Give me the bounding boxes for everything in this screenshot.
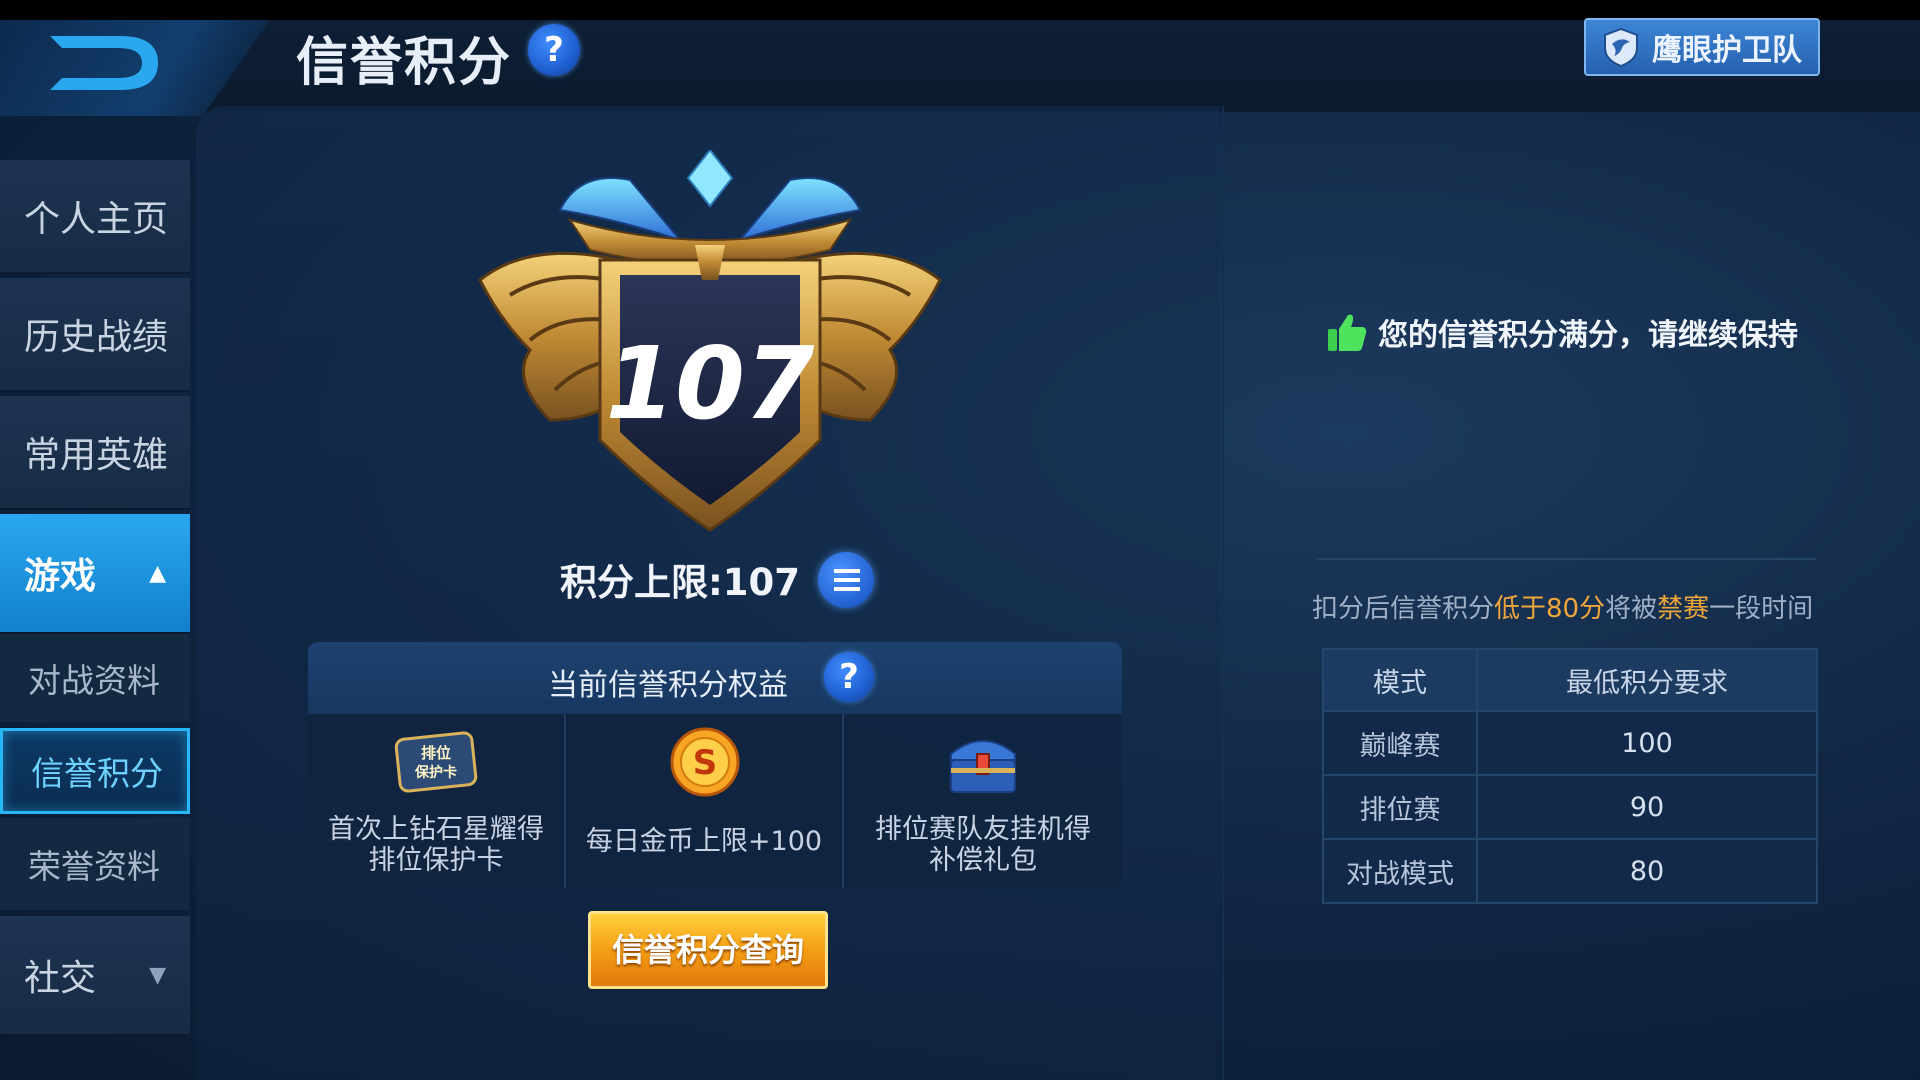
benefit-label-line: 每日金币上限+100 — [585, 826, 823, 857]
gold-coin-icon: S — [670, 727, 740, 797]
benefit-item: S 每日金币上限+100 — [566, 714, 844, 888]
score-value: 107 — [606, 325, 815, 442]
sidebar-subitem-battle-data[interactable]: 对战资料 — [0, 634, 190, 722]
credit-score-query-button[interactable]: 信誉积分查询 — [588, 911, 828, 989]
benefits-panel: 当前信誉积分权益 ? 排位 保护卡 首次上钻石星耀得 排位保护卡 S 每日金币上… — [308, 642, 1122, 888]
status-bar — [0, 0, 1920, 20]
sidebar-item-label: 社交 — [24, 958, 97, 999]
notice-highlight: 禁赛 — [1657, 594, 1710, 624]
sidebar-item-label: 荣誉资料 — [28, 847, 160, 886]
eagle-guard-label: 鹰眼护卫队 — [1652, 33, 1802, 68]
sidebar-item-heroes[interactable]: 常用英雄 — [0, 396, 190, 510]
benefits-header: 当前信誉积分权益 — [308, 642, 1122, 714]
caret-down-icon: ▼ — [149, 962, 166, 988]
svg-text:S: S — [693, 743, 718, 783]
caret-up-icon: ▲ — [149, 560, 166, 586]
sidebar-item-history[interactable]: 历史战绩 — [0, 278, 190, 392]
sidebar-item-social[interactable]: 社交 ▼ — [0, 916, 190, 1036]
benefit-label-line: 补偿礼包 — [929, 845, 1037, 876]
benefit-label: 首次上钻石星耀得 排位保护卡 — [308, 814, 564, 876]
sidebar-item-label: 游戏 — [24, 556, 97, 597]
requirements-table: 模式 最低积分要求 巅峰赛 100 排位赛 90 对战模式 80 — [1322, 648, 1818, 904]
panel-divider — [1222, 106, 1224, 1080]
page-title: 信誉积分 — [296, 33, 513, 93]
table-header-mode: 模式 — [1322, 648, 1478, 712]
treasure-chest-icon — [950, 740, 1016, 793]
table-header-row: 模式 最低积分要求 — [1322, 648, 1818, 712]
credit-score-emblem: 107 — [478, 150, 942, 532]
sidebar-item-game[interactable]: 游戏 ▲ — [0, 514, 190, 634]
table-row: 巅峰赛 100 — [1322, 710, 1818, 776]
sidebar-item-label: 个人主页 — [24, 199, 169, 240]
table-header-min-score: 最低积分要求 — [1476, 648, 1818, 712]
notice-text: 扣分后信誉积分 — [1312, 594, 1495, 624]
table-row: 对战模式 80 — [1322, 838, 1818, 904]
benefits-help-icon[interactable]: ? — [824, 652, 874, 702]
title-help-icon[interactable]: ? — [528, 24, 580, 76]
benefit-label-line: 排位保护卡 — [368, 845, 504, 876]
table-cell-mode: 巅峰赛 — [1322, 710, 1478, 776]
sidebar-item-label: 对战资料 — [28, 661, 160, 700]
score-limit-label: 积分上限:107 — [560, 561, 801, 604]
table-cell-score: 100 — [1476, 710, 1818, 776]
table-row: 排位赛 90 — [1322, 774, 1818, 840]
notice-text: 一段时间 — [1709, 594, 1814, 624]
benefit-label-line: 排位赛队友挂机得 — [875, 814, 1091, 845]
status-text: 您的信誉积分满分，请继续保持 — [1378, 318, 1798, 353]
list-icon[interactable] — [818, 552, 874, 608]
benefits-title: 当前信誉积分权益 — [548, 668, 788, 703]
benefit-label: 每日金币上限+100 — [566, 826, 842, 857]
sidebar-item-label: 历史战绩 — [24, 317, 169, 358]
thumbs-up-icon — [1328, 314, 1367, 351]
benefit-item: 排位赛队友挂机得 补偿礼包 — [844, 714, 1122, 888]
benefit-label: 排位赛队友挂机得 补偿礼包 — [844, 814, 1122, 876]
benefit-item: 排位 保护卡 首次上钻石星耀得 排位保护卡 — [308, 714, 566, 888]
benefit-label-line: 首次上钻石星耀得 — [328, 814, 544, 845]
status-message: 您的信誉积分满分，请继续保持 — [1326, 310, 1798, 354]
svg-text:排位: 排位 — [421, 744, 451, 762]
table-cell-score: 80 — [1476, 838, 1818, 904]
ban-notice: 扣分后信誉积分低于80分将被禁赛一段时间 — [1312, 588, 1813, 625]
sidebar: 个人主页 历史战绩 常用英雄 游戏 ▲ 对战资料 信誉积分 荣誉资料 社交 ▼ — [0, 160, 190, 1080]
sidebar-item-label: 信誉积分 — [31, 754, 163, 793]
eagle-guard-button[interactable]: 鹰眼护卫队 — [1584, 18, 1820, 76]
table-cell-score: 90 — [1476, 774, 1818, 840]
rank-protection-card-icon: 排位 保护卡 — [394, 731, 478, 793]
sidebar-subitem-honor[interactable]: 荣誉资料 — [0, 818, 190, 910]
table-cell-mode: 对战模式 — [1322, 838, 1478, 904]
sidebar-item-label: 常用英雄 — [24, 435, 169, 476]
divider — [1316, 558, 1816, 560]
sidebar-item-profile[interactable]: 个人主页 — [0, 160, 190, 274]
back-arrow-icon — [50, 36, 158, 90]
svg-text:保护卡: 保护卡 — [414, 764, 457, 781]
sidebar-subitem-credit-score[interactable]: 信誉积分 — [0, 728, 190, 814]
notice-highlight: 低于80分 — [1494, 594, 1606, 624]
shield-eagle-icon — [1604, 27, 1638, 68]
table-cell-mode: 排位赛 — [1322, 774, 1478, 840]
notice-text: 将被 — [1605, 594, 1658, 624]
